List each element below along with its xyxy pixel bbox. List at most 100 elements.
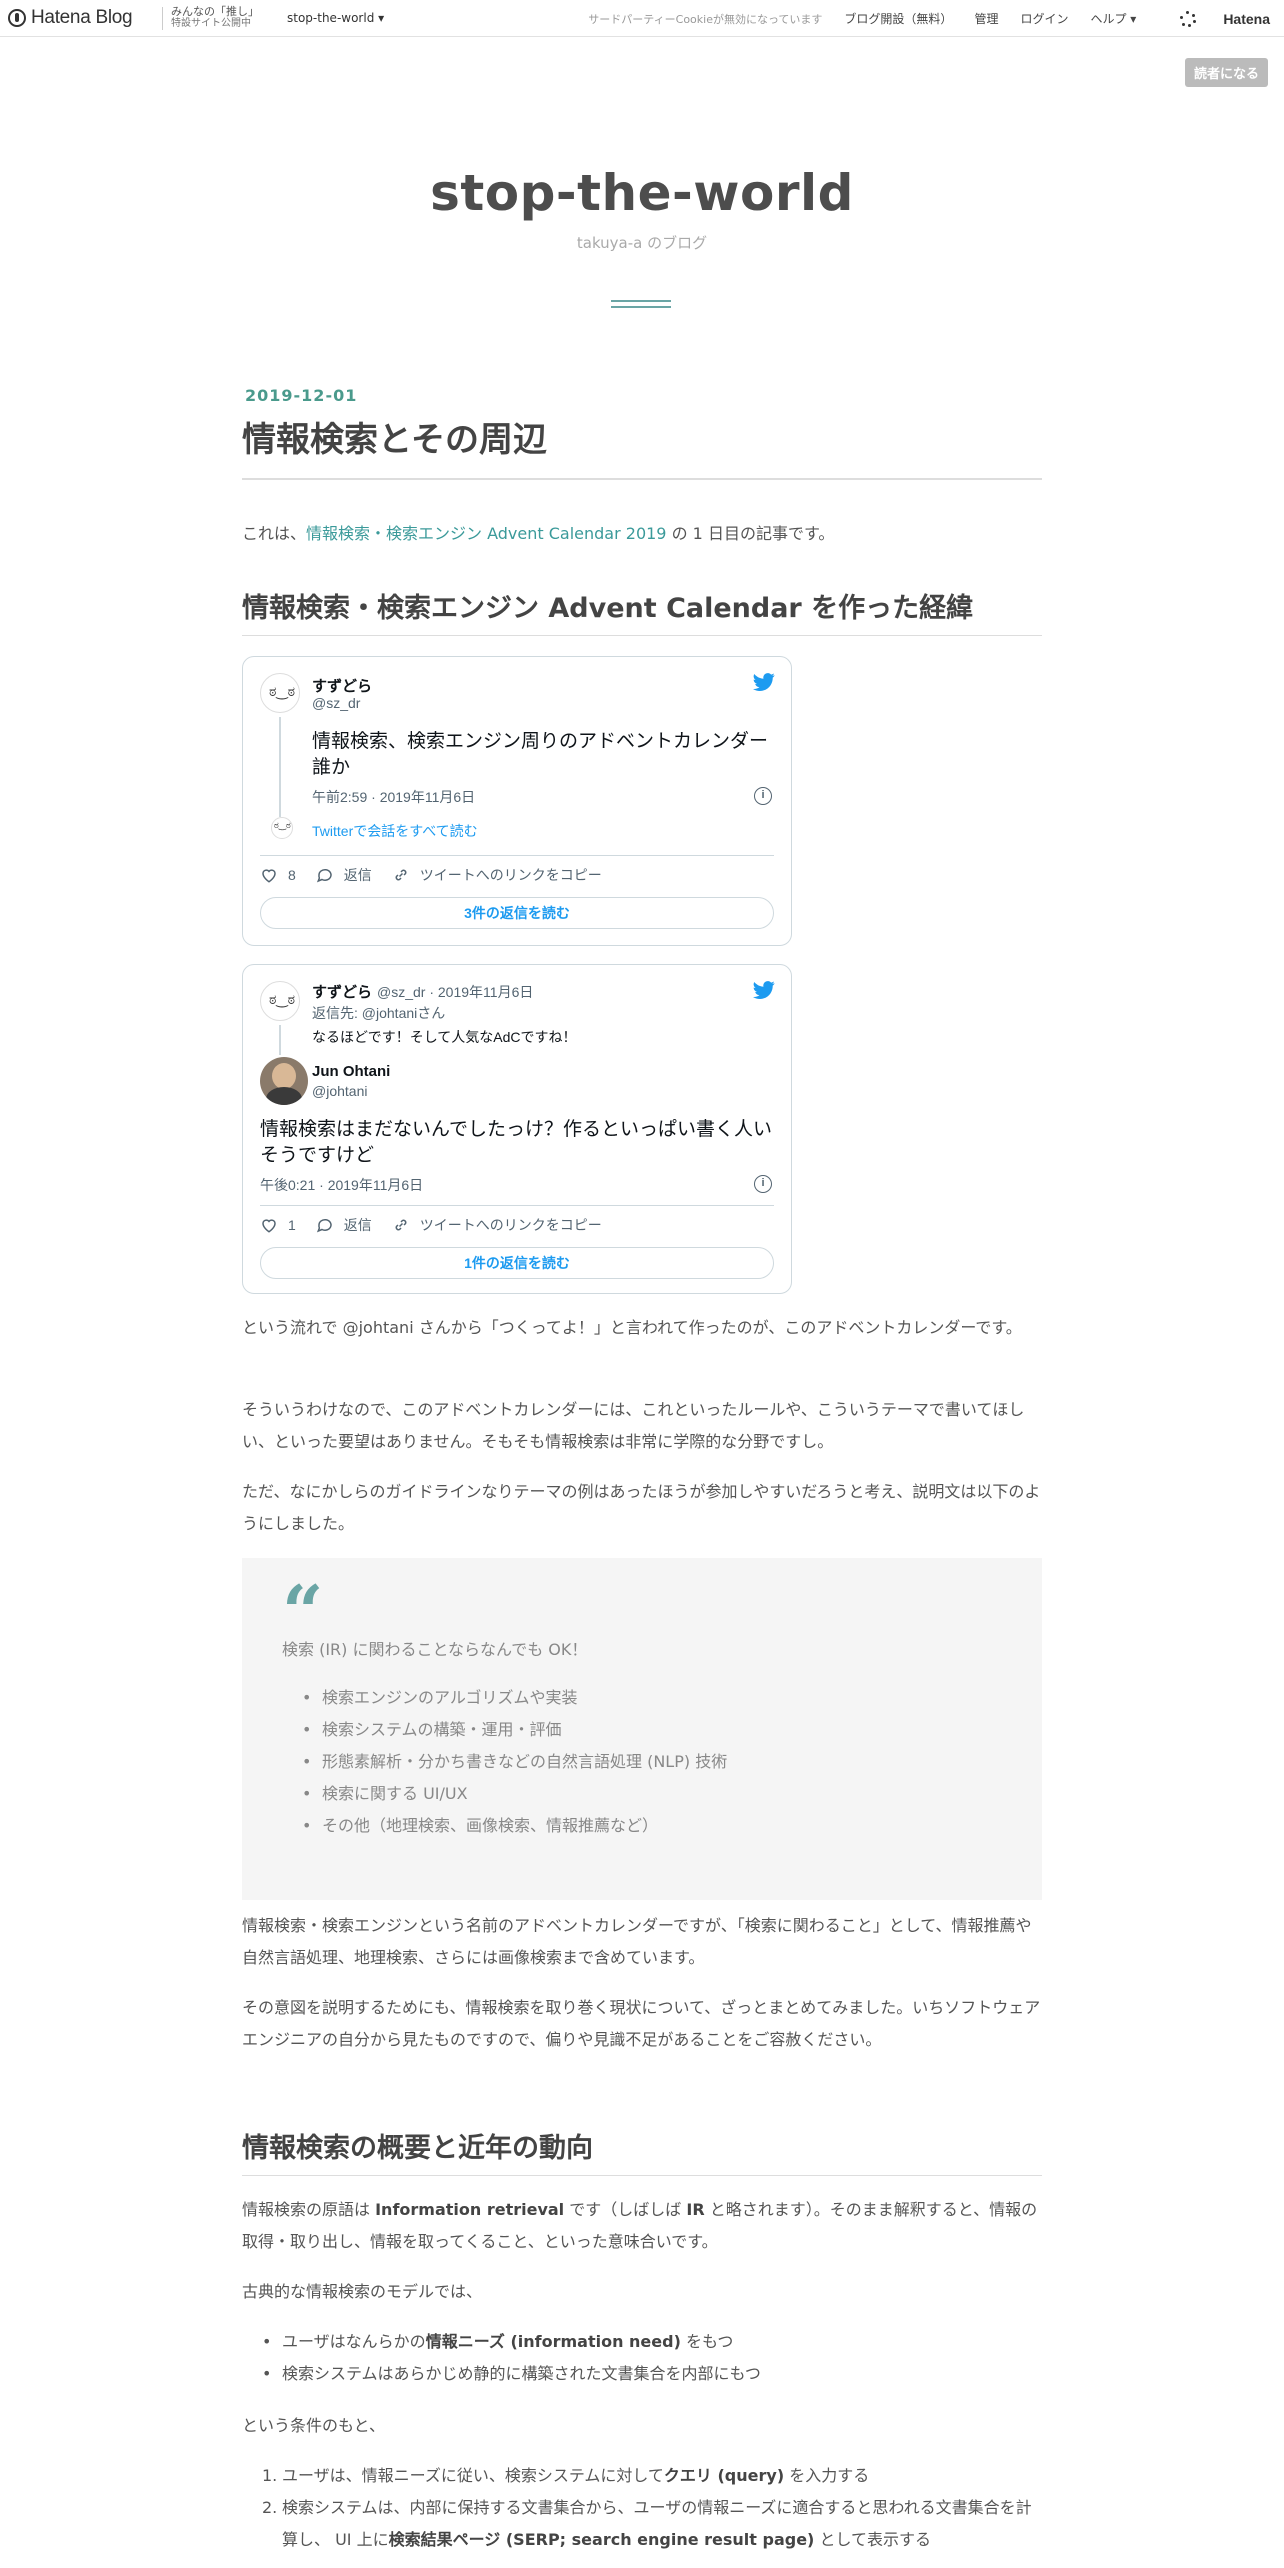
login-link[interactable]: ログイン: [1020, 10, 1068, 27]
section-heading-calendar: 情報検索・検索エンジン Advent Calendar を作った経緯: [242, 586, 1042, 636]
small-avatar-face-icon: ಠ‿ಠ: [274, 821, 291, 831]
admin-link[interactable]: 管理: [974, 10, 998, 27]
copy-link-label: ツイートへのリンクをコピー: [419, 867, 602, 883]
ir-text-2: です（しばしば: [564, 2200, 687, 2219]
paragraph-flow: という流れで @johtani さんから「つくってよ！」と言われて作ったのが、こ…: [242, 1318, 1022, 1337]
read-conversation-link[interactable]: Twitterで会話をすべて読む: [312, 821, 478, 841]
tweet-text: 情報検索、検索エンジン周りのアドベントカレンダー誰か: [312, 731, 769, 778]
like-button[interactable]: 1: [260, 1216, 296, 1234]
paragraph-rules: そういうわけなので、このアドベントカレンダーには、これといったルールや、こういう…: [242, 1400, 1025, 1451]
tweet-author-handle[interactable]: @johtani: [312, 1083, 367, 1099]
list-item: 2. 検索システムは、内部に保持する文書集合から、ユーザの情報ニーズに適合すると思…: [262, 2498, 1032, 2549]
ir-text-1: 情報検索の原語は: [242, 2200, 376, 2219]
promo-line1: みんなの「推し」: [171, 5, 259, 18]
tweet-author-handle[interactable]: @sz_dr: [312, 695, 360, 711]
hatena-menu[interactable]: Hatena: [1158, 10, 1270, 27]
promo-line2: 特設サイト公開中: [171, 18, 251, 29]
hatena-blog-logo-icon: [8, 9, 26, 27]
info-icon[interactable]: i: [754, 787, 772, 805]
article-title[interactable]: 情報検索とその周辺: [242, 412, 547, 461]
embedded-tweet-1[interactable]: ಠ‿ಠ すずどら @sz_dr 情報検索、検索エンジン周りのアドベントカレンダー…: [242, 656, 792, 946]
advent-calendar-link[interactable]: 情報検索・検索エンジン Advent Calendar 2019: [306, 524, 666, 543]
reply-to-label[interactable]: 返信先: @johtaniさん: [312, 1003, 445, 1023]
tweet-timestamp[interactable]: 午後0:21 · 2019年11月6日: [260, 1175, 423, 1195]
heart-icon: [262, 869, 276, 883]
quoted-avatar[interactable]: ಠ‿ಠ: [260, 981, 300, 1021]
paragraph-intent: その意図を説明するためにも、情報検索を取り巻く現状について、ざっとまとめてみまし…: [242, 1998, 1041, 2049]
paragraph-ir: 情報検索の原語は Information retrieval です（しばしば I…: [242, 2194, 1042, 2258]
blog-selector-dropdown[interactable]: stop-the-world ▾: [287, 11, 384, 25]
quoted-author-meta[interactable]: @sz_dr · 2019年11月6日: [377, 982, 533, 1002]
info-icon[interactable]: i: [754, 1175, 772, 1193]
thread-line: [279, 717, 281, 817]
tweet-author-name[interactable]: Jun Ohtani: [312, 1063, 390, 1080]
tweet-divider: [260, 855, 774, 856]
article-date[interactable]: 2019-12-01: [245, 386, 357, 405]
like-count: 8: [288, 867, 296, 883]
start-blog-link[interactable]: ブログ開設（無料）: [844, 10, 952, 27]
link-icon: [395, 869, 407, 881]
read-replies-button[interactable]: 1件の返信を読む: [260, 1247, 774, 1279]
hatena-dots-icon: [1180, 10, 1197, 27]
reply-button[interactable]: 返信: [316, 865, 372, 885]
blog-description: takuya-a のブログ: [576, 234, 708, 252]
quoted-author-name[interactable]: すずどら: [312, 981, 372, 1002]
twitter-bird-icon[interactable]: [753, 671, 775, 693]
johtani-avatar[interactable]: [260, 1057, 308, 1105]
help-dropdown[interactable]: ヘルプ ▾: [1090, 10, 1136, 27]
quote-list-item: 検索に関する UI/UX: [302, 1778, 727, 1810]
hatena-blog-logo-text: Hatena Blog: [31, 7, 133, 28]
title-divider: [242, 478, 1042, 480]
copy-link-button[interactable]: ツイートへのリンクをコピー: [392, 865, 602, 885]
ir-bold-2: IR: [686, 2200, 705, 2219]
topbar-divider: [162, 7, 163, 30]
intro-prefix: これは、: [242, 524, 307, 543]
copy-link-label: ツイートへのリンクをコピー: [419, 1217, 602, 1233]
tweet-timestamp[interactable]: 午前2:59 · 2019年11月6日: [312, 787, 475, 807]
hatena-topbar: Hatena Blog みんなの「推し」 特設サイト公開中 stop-the-w…: [0, 0, 1284, 37]
tweet-author-name[interactable]: すずどら: [312, 675, 372, 696]
quoted-tweet-text: なるほどです！そして人気なAdCですね！: [312, 1029, 577, 1045]
reply-icon: [316, 868, 332, 883]
model-bullet-list: ユーザはなんらかの情報ニーズ (information need) をもつ 検索…: [262, 2326, 761, 2390]
list-item: 検索システムはあらかじめ静的に構築された文書集合を内部にもつ: [262, 2358, 761, 2390]
tweet-actions: 8 返信 ツイートへのリンクをコピー: [260, 865, 622, 885]
heart-icon: [262, 1219, 276, 1233]
paragraph-model: 古典的な情報検索のモデルでは、: [242, 2282, 483, 2301]
twitter-bird-icon[interactable]: [753, 979, 775, 1001]
paragraph-name: 情報検索・検索エンジンという名前のアドベントカレンダーですが、「検索に関わること…: [242, 1916, 1032, 1967]
copy-link-button[interactable]: ツイートへのリンクをコピー: [392, 1215, 602, 1235]
reply-label: 返信: [343, 867, 372, 883]
read-replies-button[interactable]: 3件の返信を読む: [260, 897, 774, 929]
hatena-blog-logo[interactable]: Hatena Blog: [8, 7, 133, 28]
reply-icon: [316, 1218, 332, 1233]
cookie-notice: サードパーティーCookieが無効になっています: [588, 12, 823, 26]
subscribe-button[interactable]: 読者になる: [1184, 58, 1268, 87]
avatar-face-icon: ಠ‿ಠ: [269, 684, 296, 700]
small-avatar: ಠ‿ಠ: [271, 817, 293, 839]
header-decoration: [611, 300, 671, 312]
tweet-divider: [260, 1205, 774, 1206]
promo-banner[interactable]: みんなの「推し」 特設サイト公開中: [171, 6, 259, 30]
quote-list-item: その他（地理検索、画像検索、情報推薦など）: [302, 1810, 727, 1842]
paragraph-guideline: ただ、なにかしらのガイドラインなりテーマの例はあったほうが参加しやすいだろうと考…: [242, 1482, 1041, 1533]
tweet-actions: 1 返信 ツイートへのリンクをコピー: [260, 1215, 622, 1235]
quote-list-item: 形態素解析・分かち書きなどの自然言語処理 (NLP) 技術: [302, 1746, 727, 1778]
reply-label: 返信: [343, 1217, 372, 1233]
like-count: 1: [288, 1217, 296, 1233]
steps-ordered-list: 1. ユーザは、情報ニーズに従い、検索システムに対してクエリ (query) を入…: [262, 2460, 1042, 2556]
blog-title[interactable]: stop-the-world: [0, 164, 1284, 222]
list-item: 1. ユーザは、情報ニーズに従い、検索システムに対してクエリ (query) を入…: [262, 2466, 870, 2485]
reply-button[interactable]: 返信: [316, 1215, 372, 1235]
thread-line: [279, 1025, 281, 1055]
embedded-tweet-2[interactable]: ಠ‿ಠ すずどら @sz_dr · 2019年11月6日 返信先: @johta…: [242, 964, 792, 1294]
blockquote: “ 検索 (IR) に関わることならなんでも OK！ 検索エンジンのアルゴリズム…: [242, 1558, 1042, 1900]
avatar[interactable]: ಠ‿ಠ: [260, 673, 300, 713]
tweet-text: 情報検索はまだないんでしたっけ？作るといっぱい書く人いそうですけど: [260, 1119, 773, 1166]
quote-list: 検索エンジンのアルゴリズムや実装 検索システムの構築・運用・評価 形態素解析・分…: [302, 1682, 727, 1842]
intro-suffix: の 1 日目の記事です。: [666, 524, 835, 543]
like-button[interactable]: 8: [260, 866, 296, 884]
list-item: ユーザはなんらかの情報ニーズ (information need) をもつ: [262, 2326, 761, 2358]
section-heading-overview: 情報検索の概要と近年の動向: [242, 2126, 1042, 2176]
paragraph-condition: という条件のもと、: [242, 2416, 386, 2435]
